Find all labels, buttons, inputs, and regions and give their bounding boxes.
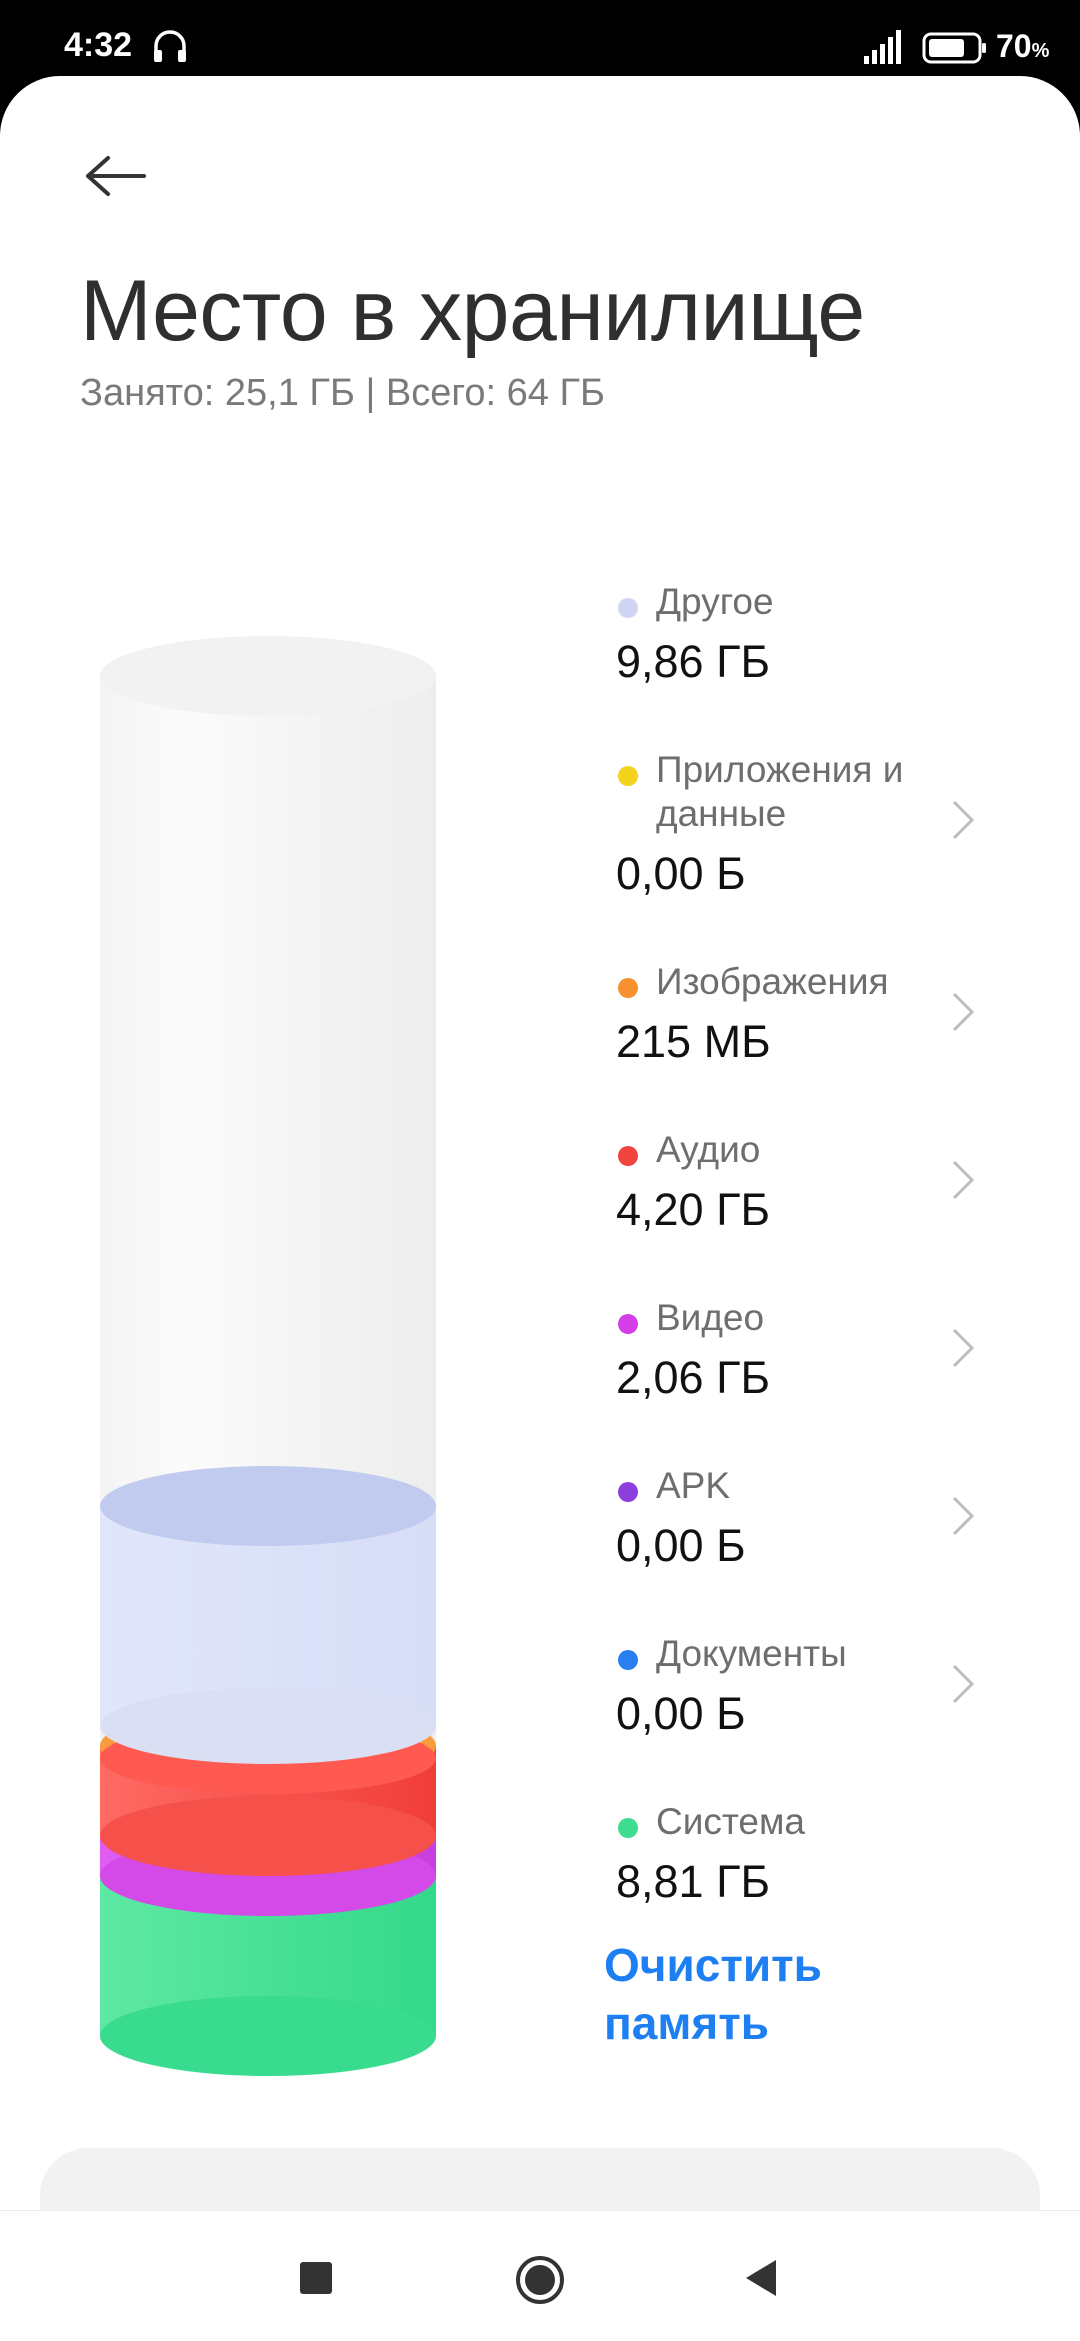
audio-dot-icon xyxy=(618,1146,638,1166)
segment-system-bottom xyxy=(100,1996,436,2076)
apk-dot-icon xyxy=(618,1482,638,1502)
category-label: Приложения и данные xyxy=(656,749,904,834)
chevron-right-icon xyxy=(952,1664,975,1704)
back-button[interactable] xyxy=(70,130,162,222)
category-label: Изображения xyxy=(656,961,889,1002)
triangle-icon[interactable] xyxy=(742,2256,780,2300)
page-title: Место в хранилище xyxy=(80,263,865,359)
cylinder-top xyxy=(100,636,436,716)
segment-other-top xyxy=(100,1466,436,1546)
chevron-right-icon xyxy=(952,992,975,1032)
chevron-right-icon xyxy=(952,1496,975,1536)
images-dot-icon xyxy=(618,978,638,998)
storage-summary: Занято: 25,1 ГБ | Всего: 64 ГБ xyxy=(80,372,605,414)
category-value: 4,20 ГБ xyxy=(616,1184,770,1235)
system-dot-icon xyxy=(618,1818,638,1838)
battery-percent: 70% xyxy=(996,28,1050,64)
category-value: 215 МБ xyxy=(616,1016,771,1067)
segment-audio-bottom xyxy=(100,1796,436,1876)
category-value: 9,86 ГБ xyxy=(616,636,770,687)
status-bar: 4:32 70% xyxy=(0,0,1080,80)
category-label: Аудио xyxy=(656,1129,761,1170)
other-dot-icon xyxy=(618,598,638,618)
chevron-right-icon xyxy=(952,1328,975,1368)
circle-icon[interactable] xyxy=(514,2254,566,2306)
segment-other-bottom xyxy=(100,1688,436,1764)
video-dot-icon xyxy=(618,1314,638,1334)
category-value: 0,00 Б xyxy=(616,1688,746,1739)
clean-memory-button[interactable]: Очистить память xyxy=(604,1936,864,2052)
signal-icon xyxy=(864,30,901,64)
category-value: 2,06 ГБ xyxy=(616,1352,770,1403)
category-value: 8,81 ГБ xyxy=(616,1856,770,1907)
storage-screen: Место в хранилище Занято: 25,1 ГБ | Всег… xyxy=(0,76,1080,2340)
category-value: 0,00 Б xyxy=(616,1520,746,1571)
square-icon[interactable] xyxy=(300,2262,332,2294)
storage-cylinder-chart xyxy=(100,636,436,2076)
chevron-right-icon xyxy=(952,1160,975,1200)
chevron-right-icon xyxy=(952,800,975,840)
category-label: Система xyxy=(656,1801,806,1842)
category-label: Видео xyxy=(656,1297,765,1338)
category-label: APK xyxy=(656,1465,731,1506)
battery-icon xyxy=(922,32,986,64)
headset-icon xyxy=(154,30,186,62)
apps-dot-icon xyxy=(618,766,638,786)
arrow-left-icon xyxy=(86,156,146,196)
category-label: Документы xyxy=(656,1633,847,1674)
status-time: 4:32 xyxy=(64,26,133,64)
category-value: 0,00 Б xyxy=(616,848,746,899)
category-label: Другое xyxy=(656,581,774,622)
documents-dot-icon xyxy=(618,1650,638,1670)
